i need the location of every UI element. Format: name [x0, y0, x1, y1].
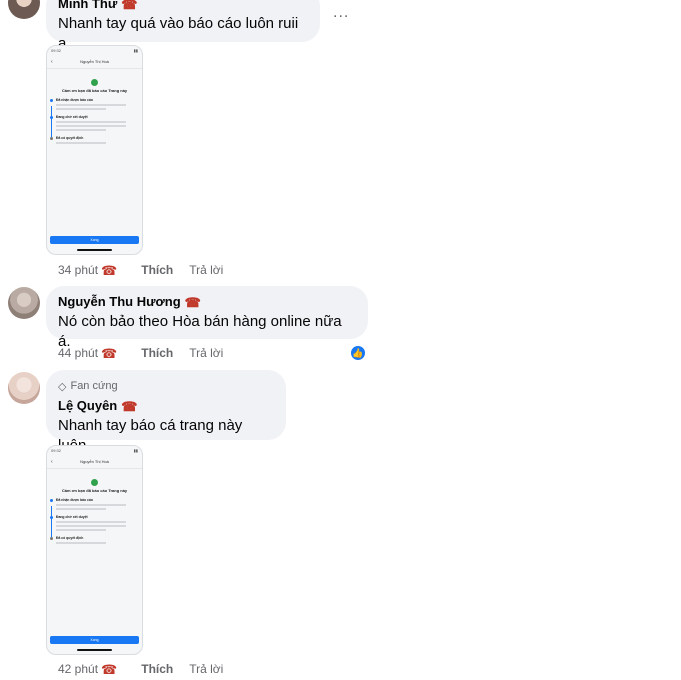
- back-arrow-icon: ‹: [51, 458, 53, 465]
- screenshot-status-bar: 09:32 ▮▮: [51, 448, 138, 453]
- comment-author[interactable]: Lệ Quyên ☎: [58, 398, 274, 414]
- screenshot-header: ‹ Nguyễn Thị Hoà: [47, 455, 142, 469]
- like-button[interactable]: Thích: [141, 346, 173, 360]
- back-arrow-icon: ‹: [51, 58, 53, 65]
- comment-time[interactable]: 44 phút ☎: [58, 346, 117, 360]
- screenshot-done-button: Xong: [50, 236, 139, 244]
- author-name[interactable]: Nguyễn Thu Hương: [58, 294, 181, 310]
- report-step: Đã nhận được báo cáo: [47, 498, 142, 510]
- comment-bubble: ◇ Fan cứng Lệ Quyên ☎ Nhanh tay báo cá t…: [46, 370, 286, 454]
- comment-actions: 42 phút ☎ Thích Trả lời: [58, 662, 223, 676]
- check-circle-icon: [91, 79, 98, 86]
- screenshot-status-bar: 09:32 ▮▮: [51, 48, 138, 53]
- comment-actions: 34 phút ☎ Thích Trả lời: [58, 263, 223, 277]
- comment-author[interactable]: Minh Thư ☎: [58, 0, 308, 12]
- report-step: Đang chờ xét duyệt: [47, 115, 142, 131]
- comment-bubble: Nguyễn Thu Hương ☎ Nó còn bảo theo Hòa b…: [46, 286, 368, 350]
- check-circle-icon: [91, 479, 98, 486]
- author-name[interactable]: Minh Thư: [58, 0, 117, 12]
- home-indicator: [77, 649, 112, 651]
- comment-author[interactable]: Nguyễn Thu Hương ☎: [58, 294, 356, 310]
- telephone-icon: ☎: [101, 345, 118, 361]
- comment-bubble: Minh Thư ☎ Nhanh tay quá vào báo cáo luô…: [46, 0, 320, 52]
- report-step: Đã có quyết định: [47, 136, 142, 144]
- reply-button[interactable]: Trả lời: [189, 263, 223, 277]
- avatar[interactable]: [8, 0, 40, 19]
- home-indicator: [77, 249, 112, 251]
- author-name[interactable]: Lệ Quyên: [58, 398, 117, 414]
- like-reaction-icon[interactable]: 👍: [349, 344, 367, 362]
- diamond-icon: ◇: [58, 380, 67, 393]
- screenshot-message: Cảm ơn bạn đã báo cáo Trang này: [61, 488, 128, 493]
- reply-button[interactable]: Trả lời: [189, 346, 223, 360]
- report-step: Đã có quyết định: [47, 536, 142, 544]
- report-step: Đang chờ xét duyệt: [47, 515, 142, 531]
- avatar[interactable]: [8, 372, 40, 404]
- screenshot-header: ‹ Nguyễn Thị Hoà: [47, 55, 142, 69]
- telephone-icon: ☎: [121, 0, 138, 12]
- like-button[interactable]: Thích: [141, 662, 173, 676]
- fan-badge: ◇ Fan cứng: [58, 380, 118, 393]
- comment-time[interactable]: 42 phút ☎: [58, 662, 117, 676]
- report-step: Đã nhận được báo cáo: [47, 98, 142, 110]
- telephone-icon: ☎: [121, 398, 138, 414]
- comment-time[interactable]: 34 phút ☎: [58, 263, 117, 277]
- more-options-icon[interactable]: ...: [333, 4, 349, 22]
- attachment-screenshot[interactable]: 09:32 ▮▮ ‹ Nguyễn Thị Hoà Cảm ơn bạn đã b…: [46, 45, 143, 255]
- attachment-screenshot[interactable]: 09:32 ▮▮ ‹ Nguyễn Thị Hoà Cảm ơn bạn đã b…: [46, 445, 143, 655]
- comment-actions: 44 phút ☎ Thích Trả lời: [58, 346, 223, 360]
- reply-button[interactable]: Trả lời: [189, 662, 223, 676]
- telephone-icon: ☎: [101, 661, 118, 677]
- avatar[interactable]: [8, 287, 40, 319]
- screenshot-message: Cảm ơn bạn đã báo cáo Trang này: [61, 88, 128, 93]
- telephone-icon: ☎: [184, 294, 201, 310]
- screenshot-done-button: Xong: [50, 636, 139, 644]
- telephone-icon: ☎: [101, 262, 118, 278]
- like-button[interactable]: Thích: [141, 263, 173, 277]
